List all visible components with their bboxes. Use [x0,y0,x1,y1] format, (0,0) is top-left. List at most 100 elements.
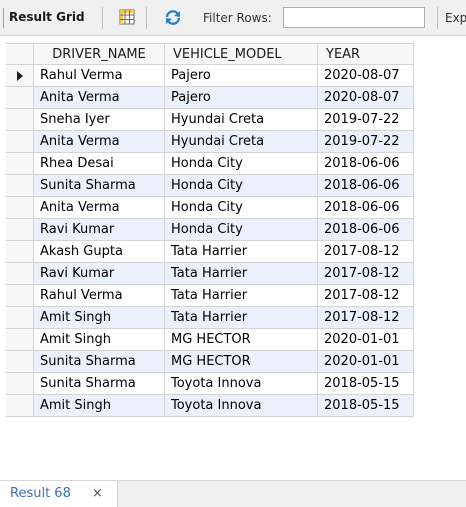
row-header-cell[interactable] [6,109,34,131]
year-cell[interactable]: 2018-06-06 [318,175,414,197]
year-cell[interactable]: 2019-07-22 [318,109,414,131]
driver-name-cell[interactable]: Rhea Desai [34,153,165,175]
driver-name-cell[interactable]: Sunita Sharma [34,351,165,373]
export-button[interactable]: Exp [445,11,466,25]
table-row[interactable]: Anita Verma Hyundai Creta 2019-07-22 [0,131,466,153]
toolbar-divider [146,7,147,29]
row-header-cell[interactable] [6,285,34,307]
year-cell[interactable]: 2020-08-07 [318,87,414,109]
driver-name-cell[interactable]: Sunita Sharma [34,175,165,197]
table-row[interactable]: Anita Verma Honda City 2018-06-06 [0,197,466,219]
table-row[interactable]: Sunita Sharma Toyota Innova 2018-05-15 [0,373,466,395]
table-row[interactable]: Sneha Iyer Hyundai Creta 2019-07-22 [0,109,466,131]
result-grid-tab[interactable]: Result Grid [9,10,85,24]
vehicle-model-cell[interactable]: Toyota Innova [165,395,318,417]
row-header-cell[interactable] [6,219,34,241]
table-row[interactable]: Anita Verma Pajero 2020-08-07 [0,87,466,109]
year-cell[interactable]: 2017-08-12 [318,285,414,307]
table-row[interactable]: Amit Singh Toyota Innova 2018-05-15 [0,395,466,417]
table-row[interactable]: Rhea Desai Honda City 2018-06-06 [0,153,466,175]
vehicle-model-cell[interactable]: Pajero [165,87,318,109]
year-cell[interactable]: 2017-08-12 [318,263,414,285]
vehicle-model-cell[interactable]: MG HECTOR [165,329,318,351]
driver-name-cell[interactable]: Amit Singh [34,395,165,417]
table-row[interactable]: Amit Singh MG HECTOR 2020-01-01 [0,329,466,351]
vehicle-model-cell[interactable]: MG HECTOR [165,351,318,373]
year-cell[interactable]: 2017-08-12 [318,241,414,263]
driver-name-cell[interactable]: Akash Gupta [34,241,165,263]
row-header-cell[interactable] [6,197,34,219]
toolbar-divider [102,7,103,29]
table-row[interactable]: Ravi Kumar Honda City 2018-06-06 [0,219,466,241]
table-row[interactable]: Akash Gupta Tata Harrier 2017-08-12 [0,241,466,263]
year-cell[interactable]: 2019-07-22 [318,131,414,153]
close-icon[interactable]: × [92,486,103,501]
year-cell[interactable]: 2018-05-15 [318,373,414,395]
driver-name-cell[interactable]: Sunita Sharma [34,373,165,395]
vehicle-model-cell[interactable]: Tata Harrier [165,263,318,285]
table-row[interactable]: Rahul Verma Pajero 2020-08-07 [0,65,466,87]
result-tab-label: Result 68 [10,486,71,501]
row-header-cell[interactable] [6,373,34,395]
column-header-row: DRIVER_NAME VEHICLE_MODEL YEAR [0,43,466,65]
result-tabs-bar: Result 68 × [0,480,466,507]
column-header-year[interactable]: YEAR [318,43,414,65]
vehicle-model-cell[interactable]: Honda City [165,197,318,219]
row-header-cell[interactable] [6,175,34,197]
vehicle-model-cell[interactable]: Tata Harrier [165,307,318,329]
year-cell[interactable]: 2020-08-07 [318,65,414,87]
table-row[interactable]: Sunita Sharma Honda City 2018-06-06 [0,175,466,197]
year-cell[interactable]: 2018-05-15 [318,395,414,417]
year-cell[interactable]: 2018-06-06 [318,197,414,219]
driver-name-cell[interactable]: Rahul Verma [34,285,165,307]
refresh-icon[interactable] [164,9,182,25]
row-header-cell[interactable] [6,87,34,109]
column-header-driver-name[interactable]: DRIVER_NAME [34,43,165,65]
result-tab[interactable]: Result 68 × [0,481,118,507]
vehicle-model-cell[interactable]: Hyundai Creta [165,109,318,131]
vehicle-model-cell[interactable]: Honda City [165,153,318,175]
vehicle-model-cell[interactable]: Pajero [165,65,318,87]
driver-name-cell[interactable]: Rahul Verma [34,65,165,87]
driver-name-cell[interactable]: Anita Verma [34,197,165,219]
vehicle-model-cell[interactable]: Tata Harrier [165,285,318,307]
table-row[interactable]: Rahul Verma Tata Harrier 2017-08-12 [0,285,466,307]
driver-name-cell[interactable]: Sneha Iyer [34,109,165,131]
vehicle-model-cell[interactable]: Tata Harrier [165,241,318,263]
driver-name-cell[interactable]: Ravi Kumar [34,263,165,285]
table-row[interactable]: Ravi Kumar Tata Harrier 2017-08-12 [0,263,466,285]
driver-name-cell[interactable]: Amit Singh [34,307,165,329]
vehicle-model-cell[interactable]: Honda City [165,175,318,197]
toolbar-divider [3,8,4,28]
row-header-cell[interactable] [6,241,34,263]
filter-rows-label: Filter Rows: [203,11,272,25]
row-header-cell[interactable] [6,307,34,329]
row-header-cell[interactable] [6,329,34,351]
result-grid[interactable]: DRIVER_NAME VEHICLE_MODEL YEAR Rahul Ver… [0,43,466,475]
year-cell[interactable]: 2020-01-01 [318,329,414,351]
toolbar-divider [437,7,438,29]
current-row-icon [16,70,23,81]
year-cell[interactable]: 2017-08-12 [318,307,414,329]
row-header-cell[interactable] [6,395,34,417]
year-cell[interactable]: 2020-01-01 [318,351,414,373]
row-header-cell[interactable] [6,153,34,175]
row-header-cell[interactable] [6,263,34,285]
driver-name-cell[interactable]: Amit Singh [34,329,165,351]
vehicle-model-cell[interactable]: Honda City [165,219,318,241]
year-cell[interactable]: 2018-06-06 [318,153,414,175]
vehicle-model-cell[interactable]: Hyundai Creta [165,131,318,153]
row-header-cell[interactable] [6,351,34,373]
driver-name-cell[interactable]: Anita Verma [34,87,165,109]
filter-rows-input[interactable] [283,7,425,28]
table-row[interactable]: Amit Singh Tata Harrier 2017-08-12 [0,307,466,329]
year-cell[interactable]: 2018-06-06 [318,219,414,241]
row-header-cell[interactable] [6,65,34,87]
grid-view-icon[interactable] [119,9,135,25]
vehicle-model-cell[interactable]: Toyota Innova [165,373,318,395]
row-header-cell[interactable] [6,131,34,153]
driver-name-cell[interactable]: Ravi Kumar [34,219,165,241]
table-row[interactable]: Sunita Sharma MG HECTOR 2020-01-01 [0,351,466,373]
driver-name-cell[interactable]: Anita Verma [34,131,165,153]
column-header-vehicle-model[interactable]: VEHICLE_MODEL [165,43,318,65]
